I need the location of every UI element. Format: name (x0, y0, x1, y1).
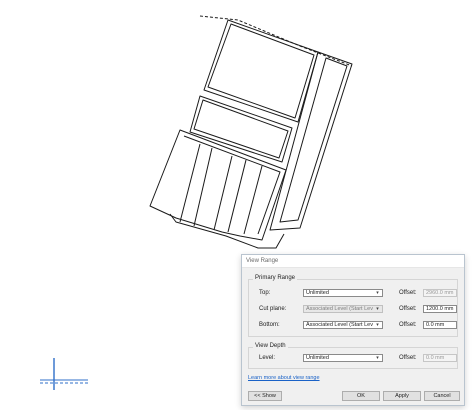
learn-more-link[interactable]: Learn more about view range (248, 375, 320, 381)
primary-range-heading: Primary Range (253, 275, 298, 281)
cut-plane-select: Associated Level (Start Lev ▾ (303, 305, 383, 313)
top-offset-label: Offset: (399, 290, 417, 296)
bottom-offset-field[interactable]: 0.0 mm (423, 321, 457, 329)
view-depth-heading: View Depth (253, 343, 288, 349)
room-middle (189, 95, 293, 163)
corridor-right (269, 51, 353, 231)
partition-5 (243, 165, 263, 235)
room-lower (149, 129, 287, 241)
ucs-icon (40, 358, 88, 390)
bottom-offset-label: Offset: (399, 322, 417, 328)
view-depth-offset-label: Offset: (399, 355, 417, 361)
top-level-select[interactable]: Unlimited ▾ (303, 289, 383, 297)
cut-plane-offset-field[interactable]: 1200.0 mm (423, 305, 457, 313)
chevron-down-icon: ▾ (376, 306, 379, 312)
bottom-label: Bottom: (259, 322, 280, 328)
corridor-right-inner (279, 57, 348, 223)
view-depth-group: View Depth Level: Unlimited ▾ Offset: 0.… (248, 343, 458, 369)
chevron-down-icon: ▾ (376, 355, 379, 361)
cut-plane-value: Associated Level (Start Lev (306, 306, 373, 312)
apply-button[interactable]: Apply (383, 391, 421, 401)
level-label: Level: (259, 355, 276, 361)
primary-range-group: Primary Range Top: Unlimited ▾ Offset: 2… (248, 275, 458, 337)
top-offset-field[interactable]: 2960.0 mm (423, 289, 457, 297)
view-depth-level-value: Unlimited (306, 355, 329, 361)
dialog-titlebar[interactable]: View Range (242, 255, 464, 268)
view-range-dialog: View Range Primary Range Top: Unlimited … (241, 254, 465, 406)
ok-button[interactable]: OK (342, 391, 380, 401)
top-label: Top: (259, 290, 271, 296)
view-depth-offset-field[interactable]: 0.0 mm (423, 354, 457, 362)
top-level-value: Unlimited (306, 290, 329, 296)
chevron-down-icon: ▾ (376, 322, 379, 328)
partition-3 (213, 155, 233, 231)
dialog-title: View Range (246, 258, 279, 264)
bottom-level-select[interactable]: Associated Level (Start Lev ▾ (303, 321, 383, 329)
cancel-button[interactable]: Cancel (424, 391, 460, 401)
cut-plane-label: Cut plane: (259, 306, 287, 312)
view-depth-level-select[interactable]: Unlimited ▾ (303, 354, 383, 362)
cut-plane-offset-label: Offset: (399, 306, 417, 312)
partition-2 (193, 147, 213, 227)
partition-4 (227, 159, 247, 233)
room-middle-inner (193, 99, 289, 159)
chevron-down-icon: ▾ (376, 290, 379, 296)
show-button[interactable]: << Show (248, 391, 282, 401)
floor-plan-sketch (149, 15, 353, 249)
bottom-outline (169, 213, 285, 249)
bottom-level-value: Associated Level (Start Lev (306, 322, 373, 328)
partition-1 (179, 143, 201, 223)
